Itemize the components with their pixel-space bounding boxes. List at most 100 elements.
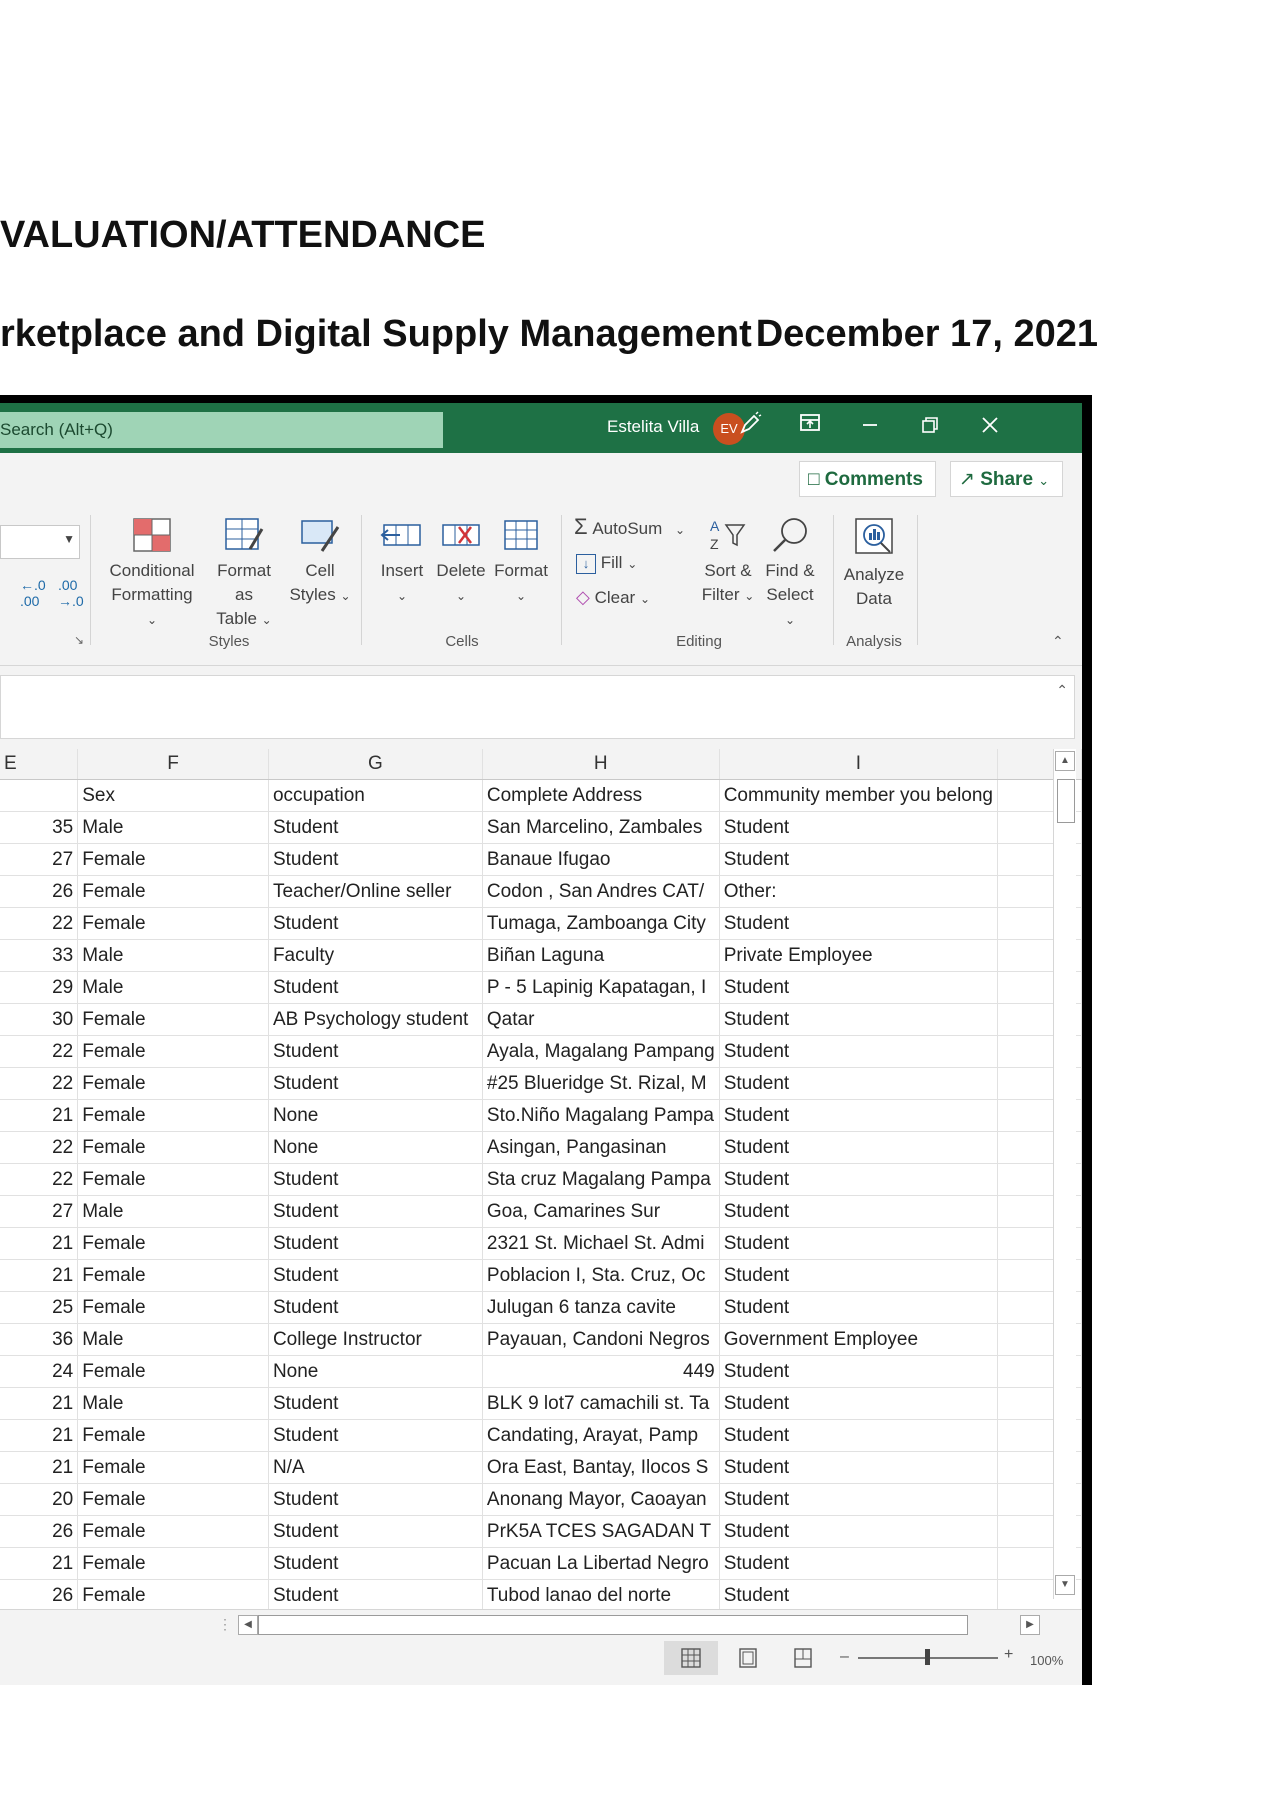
chevron-up-icon[interactable]: ⌃ (1056, 682, 1068, 699)
cell[interactable]: Student (268, 971, 483, 1004)
column-header-g[interactable]: G (268, 749, 483, 780)
scroll-right-icon[interactable]: ▶ (1020, 1615, 1040, 1635)
cell[interactable]: Student (719, 971, 999, 1004)
cell[interactable]: 21 (0, 1547, 79, 1580)
cell[interactable]: Community member you belong (719, 779, 999, 812)
cell[interactable]: 26 (0, 1515, 79, 1548)
cell[interactable]: Government Employee (719, 1323, 999, 1356)
close-icon[interactable] (973, 411, 1007, 445)
cell[interactable]: AB Psychology student (268, 1003, 483, 1036)
minimize-icon[interactable] (853, 411, 887, 445)
analyze-data-button[interactable]: Analyze Data (842, 515, 906, 611)
cell[interactable]: Female (77, 1291, 269, 1324)
conditional-formatting-button[interactable]: Conditional Formatting ⌄ (106, 515, 198, 632)
cell[interactable]: Sto.Niño Magalang Pampa (482, 1099, 720, 1132)
cell[interactable]: BLK 9 lot7 camachili st. Ta (482, 1387, 720, 1420)
cell[interactable]: 35 (0, 811, 79, 844)
zoom-out-icon[interactable]: – (840, 1648, 849, 1666)
cell[interactable]: Goa, Camarines Sur (482, 1195, 720, 1228)
formula-bar[interactable]: ⌃ (0, 675, 1075, 739)
column-header-f[interactable]: F (77, 749, 269, 780)
cell[interactable]: Student (268, 1067, 483, 1100)
sort-filter-button[interactable]: A Z Sort & Filter ⌄ (700, 515, 756, 608)
cell[interactable]: 22 (0, 1035, 79, 1068)
cell[interactable]: Candating, Arayat, Pamp (482, 1419, 720, 1452)
cell[interactable]: 25 (0, 1291, 79, 1324)
cell[interactable]: Male (77, 1195, 269, 1228)
cell[interactable]: 27 (0, 843, 79, 876)
cell[interactable]: Female (77, 1227, 269, 1260)
cell[interactable]: Biñan Laguna (482, 939, 720, 972)
cell[interactable]: College Instructor (268, 1323, 483, 1356)
cell[interactable]: Other: (719, 875, 999, 908)
cell[interactable]: Student (719, 1483, 999, 1516)
cell[interactable]: None (268, 1355, 483, 1388)
cell[interactable] (0, 779, 79, 812)
cell[interactable]: 21 (0, 1099, 79, 1132)
scroll-thumb[interactable] (1057, 779, 1075, 823)
cell[interactable]: Pacuan La Libertad Negro (482, 1547, 720, 1580)
cell[interactable]: Student (268, 1515, 483, 1548)
cell[interactable]: 22 (0, 907, 79, 940)
cell[interactable]: 22 (0, 1067, 79, 1100)
cell[interactable]: N/A (268, 1451, 483, 1484)
user-name[interactable]: Estelita Villa (607, 417, 699, 437)
scroll-up-icon[interactable]: ▲ (1055, 751, 1075, 771)
cell[interactable]: 26 (0, 1579, 79, 1612)
comments-button[interactable]: □ Comments (799, 461, 936, 497)
cell[interactable]: Student (719, 1291, 999, 1324)
insert-button[interactable]: Insert ⌄ (374, 515, 430, 608)
cell[interactable]: 36 (0, 1323, 79, 1356)
restore-icon[interactable] (913, 411, 947, 445)
search-box[interactable]: Search (Alt+Q) (0, 412, 443, 448)
cell[interactable]: Student (719, 1163, 999, 1196)
page-layout-icon[interactable] (737, 1647, 759, 1669)
cell[interactable]: Student (268, 1579, 483, 1612)
cell[interactable]: Male (77, 811, 269, 844)
cell[interactable]: Tumaga, Zamboanga City (482, 907, 720, 940)
cell[interactable]: Female (77, 1035, 269, 1068)
cell[interactable]: Female (77, 1355, 269, 1388)
cell[interactable]: Female (77, 1515, 269, 1548)
cell[interactable]: Asingan, Pangasinan (482, 1131, 720, 1164)
cell[interactable]: 21 (0, 1451, 79, 1484)
cell[interactable]: None (268, 1131, 483, 1164)
cell[interactable]: 21 (0, 1259, 79, 1292)
cell[interactable]: Student (719, 1003, 999, 1036)
cell[interactable]: Banaue Ifugao (482, 843, 720, 876)
cell[interactable]: Female (77, 1163, 269, 1196)
cell[interactable]: Student (719, 1387, 999, 1420)
vertical-scrollbar[interactable]: ▲ ▼ (1053, 749, 1076, 1599)
find-select-button[interactable]: Find & Select ⌄ (760, 515, 820, 632)
cell[interactable]: 21 (0, 1387, 79, 1420)
cell[interactable]: Private Employee (719, 939, 999, 972)
cell[interactable]: Student (719, 907, 999, 940)
cell[interactable]: Student (268, 1163, 483, 1196)
dialog-launcher-icon[interactable]: ↘ (74, 633, 84, 647)
cell[interactable]: Sta cruz Magalang Pampa (482, 1163, 720, 1196)
share-button[interactable]: ↗ Share ⌄ (950, 461, 1063, 497)
cell[interactable]: Qatar (482, 1003, 720, 1036)
cell[interactable]: occupation (268, 779, 483, 812)
cell[interactable]: Female (77, 1451, 269, 1484)
cell[interactable]: Student (719, 1227, 999, 1260)
cell[interactable]: Female (77, 843, 269, 876)
cell[interactable]: Student (719, 1067, 999, 1100)
cell[interactable]: Student (719, 1579, 999, 1612)
number-format-dropdown[interactable]: ▼ (0, 525, 80, 559)
cell[interactable]: Student (719, 1419, 999, 1452)
cell[interactable]: Student (268, 907, 483, 940)
format-as-table-button[interactable]: Format as Table ⌄ (206, 515, 282, 632)
autosum-button[interactable]: Σ AutoSum ⌄ (574, 515, 685, 542)
delete-button[interactable]: Delete ⌄ (432, 515, 490, 608)
cell[interactable]: 449 (482, 1355, 720, 1388)
cell[interactable]: Teacher/Online seller (268, 875, 483, 908)
column-header-e[interactable]: E (0, 749, 79, 780)
cell[interactable]: Female (77, 1483, 269, 1516)
format-button[interactable]: Format ⌄ (492, 515, 550, 608)
cell[interactable]: #25 Blueridge St. Rizal, M (482, 1067, 720, 1100)
cell[interactable]: Anonang Mayor, Caoayan (482, 1483, 720, 1516)
cell-styles-button[interactable]: Cell Styles ⌄ (288, 515, 352, 608)
zoom-level[interactable]: 100% (1030, 1653, 1063, 1668)
cell[interactable]: Poblacion I, Sta. Cruz, Oc (482, 1259, 720, 1292)
